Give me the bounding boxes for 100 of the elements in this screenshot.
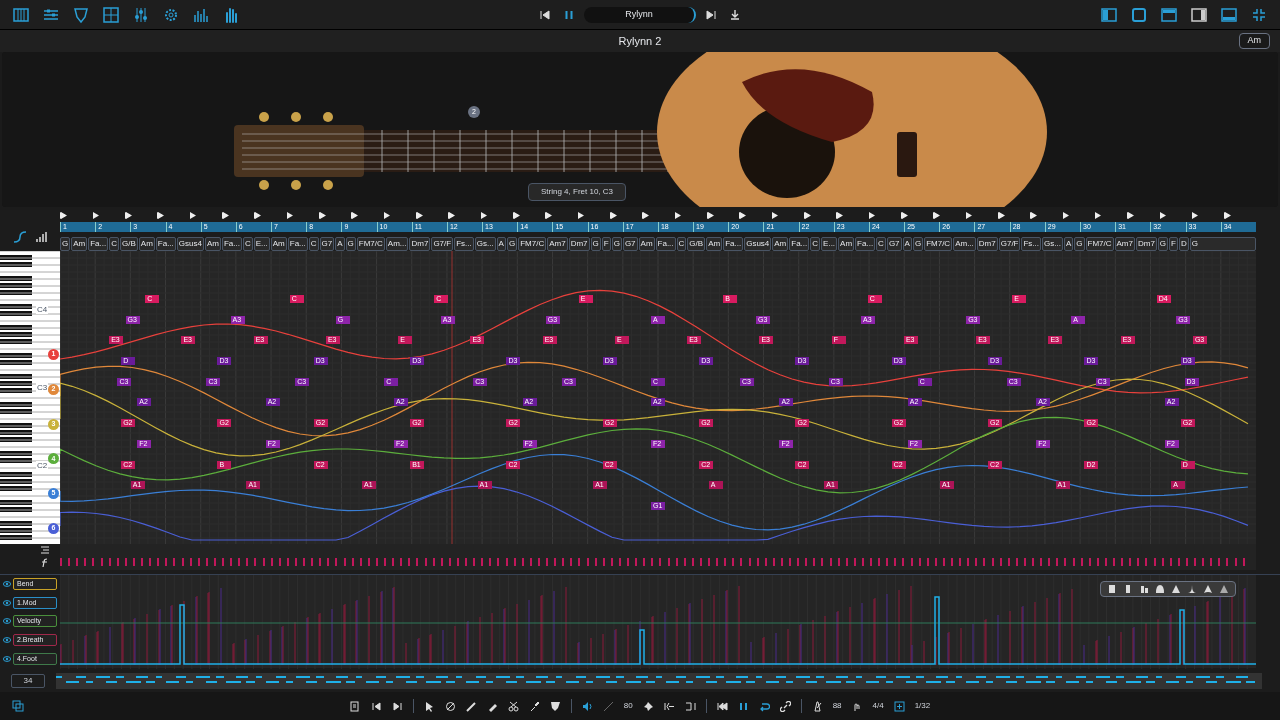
grid-icon bbox=[102, 5, 120, 24]
bar-count-field[interactable]: 34 bbox=[11, 674, 45, 688]
chord-label[interactable]: Fa... bbox=[221, 237, 242, 251]
chord-label[interactable]: G bbox=[590, 237, 601, 251]
chord-label[interactable]: C bbox=[676, 237, 687, 251]
curve-shape-button[interactable] bbox=[1219, 583, 1229, 595]
chord-label[interactable]: Fa... bbox=[789, 237, 810, 251]
curve-shape-button[interactable] bbox=[1155, 583, 1165, 595]
chord-label[interactable]: FM7/C bbox=[924, 237, 953, 251]
chord-label[interactable]: Fa... bbox=[155, 237, 176, 251]
chord-label[interactable]: Am7 bbox=[1114, 237, 1135, 251]
pause-icon bbox=[563, 8, 575, 21]
chord-label[interactable]: A bbox=[335, 237, 345, 251]
chord-label[interactable]: G bbox=[60, 237, 71, 251]
chord-label[interactable]: G bbox=[1157, 237, 1169, 251]
curve-shape-button[interactable] bbox=[1171, 583, 1181, 595]
velocity-value[interactable]: 80 bbox=[623, 700, 633, 712]
chord-label[interactable]: Am bbox=[706, 237, 723, 251]
curve-shape-button[interactable] bbox=[1139, 583, 1149, 595]
chord-label[interactable]: C bbox=[308, 237, 319, 251]
chord-label[interactable]: Am... bbox=[385, 237, 409, 251]
key-button[interactable]: Am bbox=[1238, 33, 1270, 49]
curve-shape-icon bbox=[1203, 583, 1213, 595]
chord-label[interactable]: A bbox=[902, 237, 912, 251]
chord-label[interactable]: Am... bbox=[953, 237, 976, 251]
chord-label[interactable]: Am7 bbox=[547, 237, 568, 251]
pointer-icon bbox=[423, 700, 435, 712]
chord-label[interactable]: Fa... bbox=[655, 237, 676, 251]
chord-label[interactable]: Dm7 bbox=[976, 237, 998, 251]
metronome-button[interactable] bbox=[811, 698, 823, 714]
chord-label[interactable]: G7 bbox=[886, 237, 902, 251]
chord-label[interactable]: FM7/C bbox=[356, 237, 385, 251]
chord-label[interactable]: Gsus4 bbox=[744, 237, 772, 251]
chord-label[interactable]: G7 bbox=[319, 237, 335, 251]
chord-label[interactable]: Fs... bbox=[454, 237, 474, 251]
chord-label[interactable]: Am bbox=[772, 237, 789, 251]
chord-label[interactable]: G bbox=[506, 237, 518, 251]
chord-label[interactable]: C bbox=[242, 237, 253, 251]
curve-shape-button[interactable] bbox=[1107, 583, 1117, 595]
chord-label[interactable]: Am bbox=[638, 237, 655, 251]
chord-label[interactable]: C bbox=[810, 237, 821, 251]
link-button[interactable] bbox=[779, 698, 791, 714]
chord-label[interactable]: D bbox=[1179, 237, 1189, 251]
chord-label[interactable]: Dm7 bbox=[1135, 237, 1157, 251]
chord-label[interactable]: Am bbox=[71, 237, 88, 251]
chord-label[interactable]: G7 bbox=[622, 237, 638, 251]
chord-label[interactable]: Fa... bbox=[287, 237, 308, 251]
chord-label[interactable]: E... bbox=[253, 237, 270, 251]
chord-label[interactable]: G7/F bbox=[431, 237, 454, 251]
chord-label[interactable]: C bbox=[876, 237, 886, 251]
pause-icon bbox=[737, 700, 749, 712]
chord-label[interactable]: A bbox=[1063, 237, 1074, 251]
chord-label[interactable]: G bbox=[611, 237, 622, 251]
song-selector[interactable]: Rylynn bbox=[584, 6, 696, 23]
chord-label[interactable]: G bbox=[1074, 237, 1085, 251]
chord-label[interactable]: G/B bbox=[687, 237, 706, 251]
chord-label[interactable]: A bbox=[496, 237, 506, 251]
chord-label[interactable]: Am bbox=[270, 237, 287, 251]
chord-label[interactable]: Fs... bbox=[1021, 237, 1042, 251]
chord-label[interactable]: FM7/C bbox=[1085, 237, 1114, 251]
chord-label[interactable]: FM7/C bbox=[518, 237, 547, 251]
document-icon bbox=[349, 700, 361, 712]
document-button[interactable] bbox=[349, 698, 361, 714]
chord-label[interactable]: F bbox=[1169, 237, 1178, 251]
chord-label[interactable]: Fa... bbox=[723, 237, 744, 251]
pin-icon bbox=[642, 700, 654, 712]
time-signature[interactable]: 4/4 bbox=[872, 700, 884, 712]
chord-label[interactable]: F bbox=[601, 237, 611, 251]
chord-label[interactable]: Dm7 bbox=[568, 237, 590, 251]
chord-label[interactable]: E... bbox=[821, 237, 838, 251]
chord-label[interactable]: G bbox=[345, 237, 356, 251]
chord-label[interactable]: Am bbox=[138, 237, 155, 251]
curve-shape-button[interactable] bbox=[1123, 583, 1133, 595]
octave-label: C4 bbox=[36, 305, 49, 315]
chord-label[interactable]: Am bbox=[838, 237, 855, 251]
metronome-icon bbox=[811, 700, 823, 712]
chord-label[interactable]: Dm7 bbox=[409, 237, 431, 251]
tempo-value[interactable]: 88 bbox=[832, 700, 842, 712]
chord-label[interactable]: G/B bbox=[120, 237, 138, 251]
chord-label[interactable]: C bbox=[109, 237, 120, 251]
chord-label[interactable]: G bbox=[912, 237, 924, 251]
next-icon bbox=[391, 700, 403, 712]
curve-shape-button[interactable] bbox=[1203, 583, 1213, 595]
skip-back-icon bbox=[539, 8, 551, 21]
chord-label[interactable]: Gsus4 bbox=[176, 237, 204, 251]
bars-view-icon bbox=[35, 230, 47, 243]
snap-grid-button[interactable] bbox=[893, 698, 905, 714]
snap-grid-icon bbox=[893, 700, 905, 712]
square-icon bbox=[1130, 5, 1148, 24]
chord-label[interactable]: Gs... bbox=[474, 237, 496, 251]
song-title: Rylynn 2 bbox=[618, 33, 662, 49]
chord-label[interactable]: Gs... bbox=[1042, 237, 1063, 251]
chord-label[interactable]: Am bbox=[204, 237, 221, 251]
chord-label[interactable]: G7/F bbox=[998, 237, 1021, 251]
chord-label[interactable]: Fa... bbox=[855, 237, 876, 251]
chord-label[interactable]: Fa... bbox=[88, 237, 109, 251]
previous-icon bbox=[370, 700, 382, 712]
brush-icon bbox=[528, 700, 540, 712]
chord-label[interactable]: G bbox=[1189, 237, 1256, 251]
quantize-value[interactable]: 1/32 bbox=[914, 700, 931, 712]
